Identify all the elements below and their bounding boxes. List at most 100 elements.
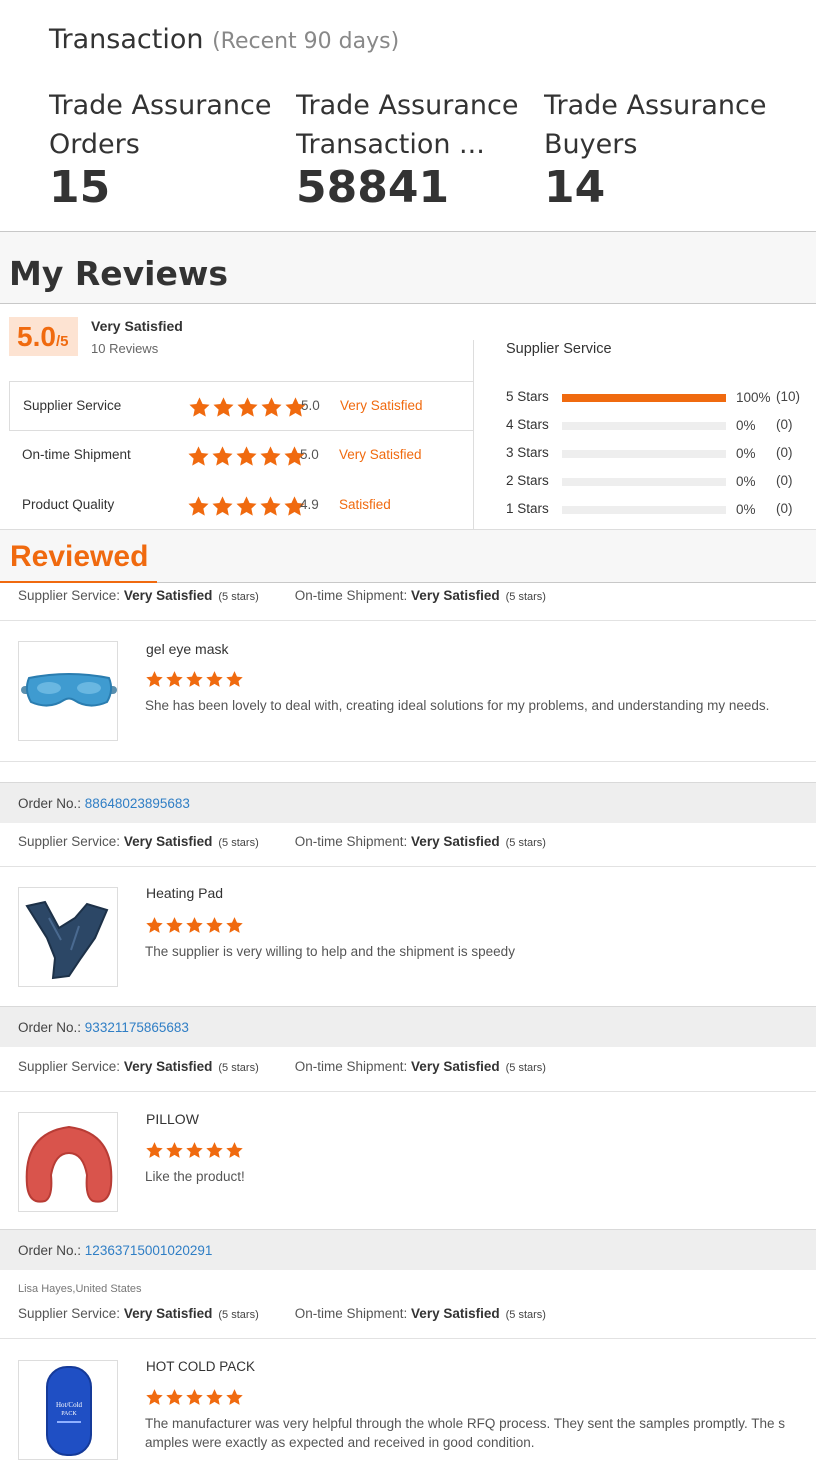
product-name[interactable]: HOT COLD PACK [146, 1359, 255, 1374]
distribution-percent: 0% [736, 418, 756, 433]
rating-label: Supplier Service [23, 398, 122, 413]
product-name[interactable]: Heating Pad [146, 885, 223, 901]
star-icon [165, 916, 184, 934]
rating-text: Satisfied [339, 497, 391, 512]
product-name[interactable]: gel eye mask [146, 641, 228, 657]
star-icon [185, 1141, 204, 1159]
star-icon [225, 916, 244, 934]
product-image-gel-eye-mask[interactable] [18, 641, 118, 741]
stat-label: Buyers [544, 129, 638, 160]
distribution-row: 1 Stars 0% (0) [506, 498, 806, 526]
distribution-percent: 0% [736, 446, 756, 461]
divider [0, 1338, 816, 1339]
distribution-count: (0) [776, 417, 793, 432]
order-bar: Order No.: 12363715001020291 [0, 1229, 816, 1270]
star-icon [187, 445, 210, 467]
star-icon [187, 495, 210, 517]
star-icon [185, 670, 204, 688]
rating-row-product-quality[interactable]: Product Quality 4.9 Satisfied [9, 481, 474, 531]
product-name[interactable]: PILLOW [146, 1111, 199, 1127]
pack-label: Hot/Cold [56, 1401, 83, 1409]
star-distribution: 5 Stars 100% (10) 4 Stars 0% (0) 3 Stars… [506, 386, 806, 526]
distribution-row: 5 Stars 100% (10) [506, 386, 806, 414]
rating-row-supplier-service[interactable]: Supplier Service 5.0 Very Satisfied [9, 381, 474, 431]
review-star-rating [145, 1141, 244, 1159]
product-image-heating-pad[interactable] [18, 887, 118, 987]
star-icon [225, 670, 244, 688]
distribution-bar [562, 478, 726, 486]
reviewed-header: Reviewed [0, 529, 816, 583]
distribution-bar [562, 506, 726, 514]
review-comment: The supplier is very willing to help and… [145, 944, 515, 959]
review-comment: Like the product! [145, 1169, 245, 1184]
stat-transactions: Trade Assurance Transaction ... 58841 [296, 86, 532, 214]
order-bar: Order No.: 93321175865683 [0, 1006, 816, 1047]
star-icon [236, 396, 259, 418]
review-comment: She has been lovely to deal with, creati… [145, 698, 770, 713]
star-rating [187, 445, 306, 467]
order-number-link[interactable]: 93321175865683 [85, 1020, 189, 1035]
distribution-count: (0) [776, 473, 793, 488]
rating-label: On-time Shipment [22, 447, 131, 462]
stat-orders: Trade Assurance Orders 15 [49, 86, 285, 214]
pack-label: PACK [61, 1411, 77, 1417]
transaction-period: (Recent 90 days) [212, 29, 400, 54]
stat-value: 15 [49, 162, 111, 213]
transaction-heading: Transaction [49, 24, 204, 55]
overall-score-badge: 5.0/5 [9, 317, 78, 356]
review-service-line: Supplier Service: Very Satisfied (5 stars… [18, 1306, 546, 1321]
order-bar: Order No.: 88648023895683 [0, 782, 816, 823]
distribution-bar [562, 394, 726, 402]
my-reviews-title: My Reviews [9, 254, 228, 293]
tab-reviewed[interactable]: Reviewed [10, 540, 148, 574]
stat-label: Orders [49, 129, 140, 160]
star-icon [259, 445, 282, 467]
star-icon [259, 495, 282, 517]
distribution-count: (0) [776, 501, 793, 516]
review-service-line: Supplier Service: Very Satisfied (5 stars… [18, 588, 546, 603]
rating-value: 5.0 [301, 398, 320, 413]
order-number-link[interactable]: 88648023895683 [85, 796, 190, 811]
rating-text: Very Satisfied [339, 447, 422, 462]
distribution-bar-fill [562, 394, 726, 402]
distribution-row: 2 Stars 0% (0) [506, 470, 806, 498]
active-tab-underline [0, 581, 157, 583]
stat-label: Trade Assurance [544, 90, 767, 121]
star-icon [165, 1388, 184, 1406]
divider [0, 761, 816, 762]
star-icon [188, 396, 211, 418]
order-number-link[interactable]: 12363715001020291 [85, 1243, 213, 1258]
review-star-rating [145, 916, 244, 934]
rating-row-on-time-shipment[interactable]: On-time Shipment 5.0 Very Satisfied [9, 431, 474, 481]
rating-text: Very Satisfied [340, 398, 423, 413]
stat-label: Transaction ... [296, 129, 485, 160]
star-icon [205, 670, 224, 688]
distribution-label: 5 Stars [506, 389, 549, 404]
rating-value: 4.9 [300, 497, 319, 512]
star-icon [211, 445, 234, 467]
stat-buyers: Trade Assurance Buyers 14 [544, 86, 780, 214]
star-icon [145, 916, 164, 934]
product-image-hot-cold-pack[interactable]: Hot/Cold PACK [18, 1360, 118, 1460]
stat-label: Trade Assurance [49, 90, 272, 121]
star-icon [205, 1141, 224, 1159]
review-star-rating [145, 1388, 244, 1406]
star-rating [188, 396, 307, 418]
transaction-section: Transaction (Recent 90 days) Trade Assur… [0, 0, 816, 232]
reviewer-name: Lisa Hayes,United States [18, 1283, 142, 1295]
review-service-line: Supplier Service: Very Satisfied (5 stars… [18, 1059, 546, 1074]
distribution-title: Supplier Service [506, 341, 612, 357]
star-icon [185, 916, 204, 934]
star-icon [205, 916, 224, 934]
transaction-title: Transaction (Recent 90 days) [49, 24, 399, 55]
star-rating [187, 495, 306, 517]
star-icon [145, 1141, 164, 1159]
star-icon [145, 1388, 164, 1406]
star-icon [225, 1141, 244, 1159]
product-image-pillow[interactable] [18, 1112, 118, 1212]
star-icon [260, 396, 283, 418]
review-service-line: Supplier Service: Very Satisfied (5 stars… [18, 834, 546, 849]
rating-label: Product Quality [22, 497, 115, 512]
review-count: 10 Reviews [91, 341, 159, 356]
distribution-bar [562, 422, 726, 430]
